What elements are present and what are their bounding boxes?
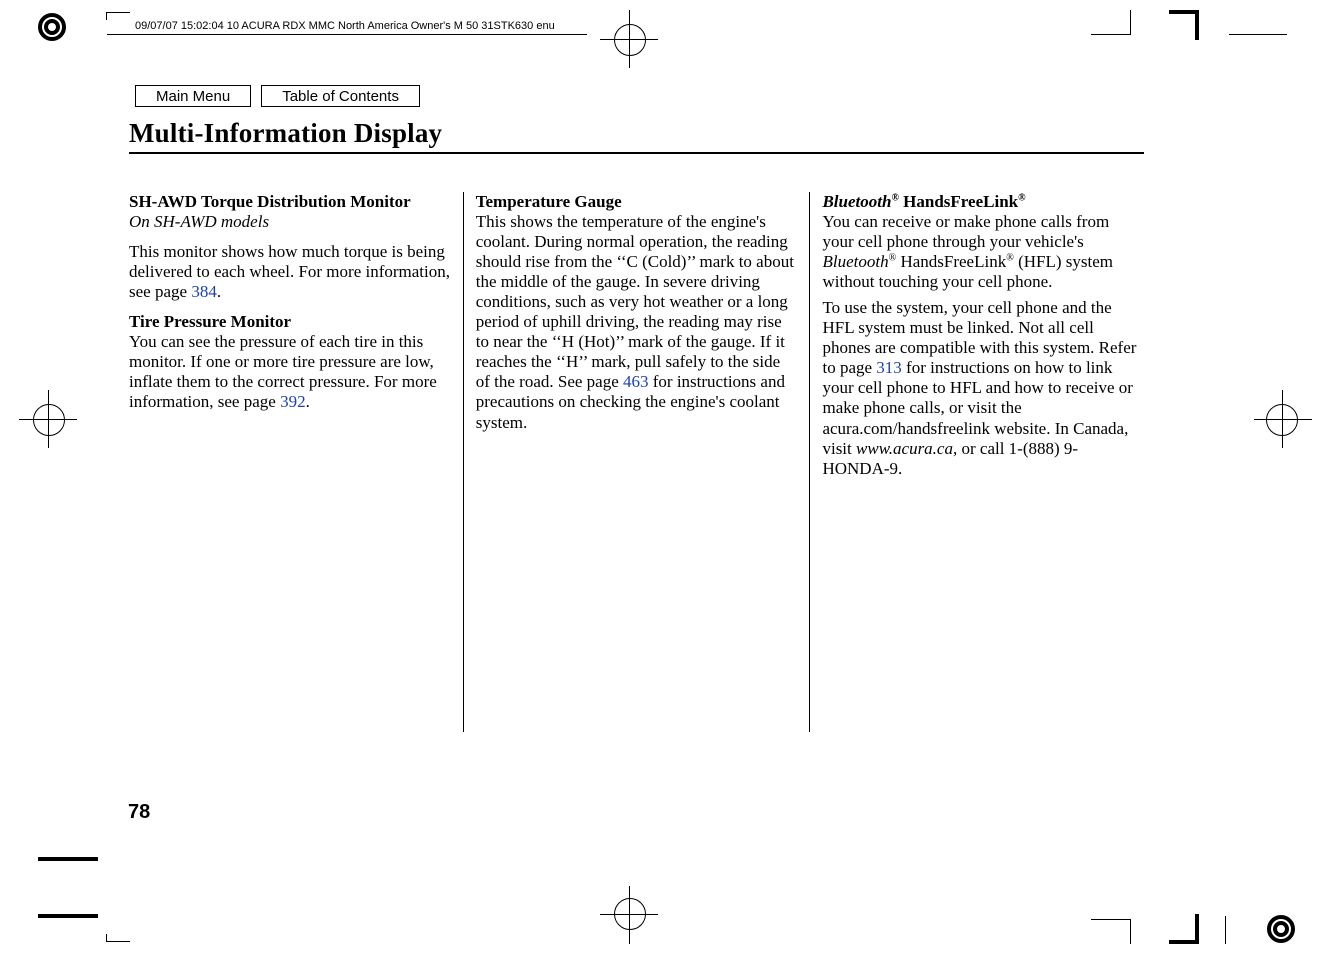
crop-mark-icon: [1229, 34, 1287, 35]
sh-awd-subheading: On SH-AWD models: [129, 212, 269, 231]
text: HandsFreeLink: [896, 252, 1006, 271]
crop-mark-icon: [106, 12, 107, 20]
crop-mark-icon: [106, 12, 130, 13]
crop-mark-icon: [1254, 419, 1312, 420]
bluetooth-hfl-heading: Bluetooth® HandsFreeLink®: [822, 192, 1025, 211]
content-columns: SH-AWD Torque Distribution Monitor On SH…: [129, 192, 1144, 732]
crop-mark-icon: [1225, 916, 1226, 944]
text: www.acura.ca: [856, 439, 953, 458]
main-menu-button[interactable]: Main Menu: [135, 85, 251, 107]
crop-mark-icon: [106, 934, 107, 942]
print-header-meta: 09/07/07 15:02:04 10 ACURA RDX MMC North…: [135, 20, 555, 32]
crop-mark-icon: [1130, 10, 1131, 34]
crop-mark-icon: [106, 941, 130, 942]
title-rule: [129, 152, 1144, 154]
temperature-gauge-heading: Temperature Gauge: [476, 192, 622, 211]
text: Bluetooth: [822, 192, 891, 211]
crop-mark-icon: [600, 914, 658, 915]
tire-pressure-heading: Tire Pressure Monitor: [129, 312, 291, 331]
crop-mark-icon: [38, 857, 98, 861]
text: Bluetooth: [822, 252, 888, 271]
page-link-384[interactable]: 384: [191, 282, 217, 301]
crop-mark-icon: [1130, 920, 1131, 944]
crop-mark-icon: [38, 914, 98, 918]
page-link-313[interactable]: 313: [876, 358, 902, 377]
crop-mark-icon: [600, 39, 658, 40]
nav-button-row: Main Menu Table of Contents: [135, 85, 420, 107]
registered-mark-icon: ®: [1006, 252, 1014, 263]
sh-awd-heading: SH-AWD Torque Distribution Monitor: [129, 192, 411, 211]
text: HandsFreeLink: [899, 192, 1018, 211]
registration-bullseye-icon: [38, 13, 64, 39]
text: .: [306, 392, 310, 411]
page-title: Multi-Information Display: [129, 118, 442, 149]
text: .: [217, 282, 221, 301]
column-1: SH-AWD Torque Distribution Monitor On SH…: [129, 192, 463, 732]
registered-mark-icon: ®: [891, 192, 898, 203]
crop-mark-icon: [1091, 34, 1131, 35]
crop-mark-icon: [19, 419, 77, 420]
registration-bullseye-icon: [1267, 915, 1293, 941]
text: This monitor shows how much torque is be…: [129, 242, 450, 301]
crop-mark-icon: [629, 886, 630, 944]
registered-mark-icon: ®: [1018, 192, 1025, 203]
crop-mark-icon: [1195, 914, 1199, 944]
crop-mark-icon: [1091, 919, 1131, 920]
crop-mark-icon: [1195, 10, 1199, 40]
column-2: Temperature Gauge This shows the tempera…: [464, 192, 810, 732]
text: You can receive or make phone calls from…: [822, 212, 1109, 251]
crop-mark-icon: [107, 34, 587, 35]
registration-target-icon: [33, 404, 65, 436]
page-link-463[interactable]: 463: [623, 372, 649, 391]
sh-awd-paragraph: This monitor shows how much torque is be…: [129, 242, 451, 302]
registration-target-icon: [614, 24, 646, 56]
bluetooth-hfl-paragraph-2: To use the system, your cell phone and t…: [822, 298, 1144, 478]
page-number: 78: [128, 801, 150, 824]
table-of-contents-button[interactable]: Table of Contents: [261, 85, 420, 107]
page-link-392[interactable]: 392: [280, 392, 306, 411]
column-3: Bluetooth® HandsFreeLink® You can receiv…: [810, 192, 1144, 732]
temperature-gauge-text: This shows the temperature of the engine…: [476, 212, 794, 391]
